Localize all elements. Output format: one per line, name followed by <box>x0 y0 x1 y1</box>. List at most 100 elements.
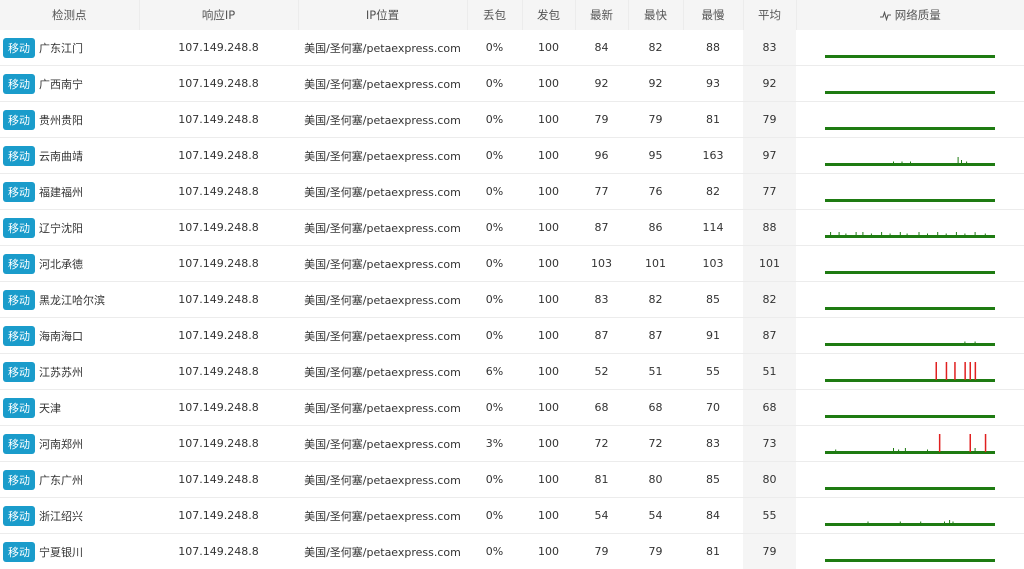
cell-slowest: 70 <box>683 390 743 426</box>
table-row[interactable]: 移动云南曲靖107.149.248.8美国/圣何塞/petaexpress.co… <box>0 138 1024 174</box>
quality-baseline <box>825 91 995 94</box>
cell-average: 80 <box>743 462 796 498</box>
cell-slowest: 82 <box>683 174 743 210</box>
node-name: 辽宁沈阳 <box>39 222 83 235</box>
isp-badge: 移动 <box>3 146 35 166</box>
cell-latest: 92 <box>575 66 628 102</box>
cell-quality <box>796 246 1024 282</box>
isp-badge: 移动 <box>3 290 35 310</box>
cell-fastest: 80 <box>628 462 683 498</box>
cell-node: 移动广东江门 <box>0 30 139 66</box>
cell-quality <box>796 102 1024 138</box>
cell-loss: 3% <box>467 426 522 462</box>
table-row[interactable]: 移动宁夏银川107.149.248.8美国/圣何塞/petaexpress.co… <box>0 534 1024 569</box>
table-row[interactable]: 移动贵州贵阳107.149.248.8美国/圣何塞/petaexpress.co… <box>0 102 1024 138</box>
isp-badge: 移动 <box>3 326 35 346</box>
cell-slowest: 81 <box>683 534 743 569</box>
cell-ip: 107.149.248.8 <box>139 138 298 174</box>
cell-quality <box>796 498 1024 534</box>
quality-baseline <box>825 163 995 166</box>
cell-location: 美国/圣何塞/petaexpress.com <box>298 210 467 246</box>
table-row[interactable]: 移动海南海口107.149.248.8美国/圣何塞/petaexpress.co… <box>0 318 1024 354</box>
isp-badge: 移动 <box>3 434 35 454</box>
cell-latest: 83 <box>575 282 628 318</box>
cell-latest: 68 <box>575 390 628 426</box>
cell-latest: 103 <box>575 246 628 282</box>
header-quality-label: 网络质量 <box>895 8 941 22</box>
cell-loss: 0% <box>467 318 522 354</box>
table-row[interactable]: 移动黑龙江哈尔滨107.149.248.8美国/圣何塞/petaexpress.… <box>0 282 1024 318</box>
table-row[interactable]: 移动广东江门107.149.248.8美国/圣何塞/petaexpress.co… <box>0 30 1024 66</box>
node-name: 海南海口 <box>39 330 83 343</box>
cell-slowest: 83 <box>683 426 743 462</box>
cell-quality <box>796 30 1024 66</box>
quality-spike <box>902 161 903 163</box>
cell-slowest: 55 <box>683 354 743 390</box>
table-row[interactable]: 移动辽宁沈阳107.149.248.8美国/圣何塞/petaexpress.co… <box>0 210 1024 246</box>
cell-fastest: 86 <box>628 210 683 246</box>
table-row[interactable]: 移动江苏苏州107.149.248.8美国/圣何塞/petaexpress.co… <box>0 354 1024 390</box>
table-row[interactable]: 移动浙江绍兴107.149.248.8美国/圣何塞/petaexpress.co… <box>0 498 1024 534</box>
quality-spike <box>862 232 863 235</box>
table-row[interactable]: 移动天津107.149.248.8美国/圣何塞/petaexpress.com0… <box>0 390 1024 426</box>
cell-average: 101 <box>743 246 796 282</box>
table-row[interactable]: 移动河北承德107.149.248.8美国/圣何塞/petaexpress.co… <box>0 246 1024 282</box>
cell-slowest: 81 <box>683 102 743 138</box>
quality-spike <box>949 520 950 523</box>
cell-loss: 0% <box>467 534 522 569</box>
isp-badge: 移动 <box>3 74 35 94</box>
cell-quality <box>796 318 1024 354</box>
cell-loss: 0% <box>467 390 522 426</box>
table-row[interactable]: 移动福建福州107.149.248.8美国/圣何塞/petaexpress.co… <box>0 174 1024 210</box>
table-row[interactable]: 移动河南郑州107.149.248.8美国/圣何塞/petaexpress.co… <box>0 426 1024 462</box>
cell-average: 51 <box>743 354 796 390</box>
header-location: IP位置 <box>298 0 467 30</box>
cell-sent: 100 <box>522 534 575 569</box>
cell-sent: 100 <box>522 174 575 210</box>
cell-sent: 100 <box>522 282 575 318</box>
quality-sparkline <box>825 177 995 207</box>
cell-slowest: 85 <box>683 462 743 498</box>
table-row[interactable]: 移动广西南宁107.149.248.8美国/圣何塞/petaexpress.co… <box>0 66 1024 102</box>
cell-sent: 100 <box>522 390 575 426</box>
cell-latest: 52 <box>575 354 628 390</box>
cell-ip: 107.149.248.8 <box>139 66 298 102</box>
isp-badge: 移动 <box>3 254 35 274</box>
cell-sent: 100 <box>522 426 575 462</box>
cell-node: 移动浙江绍兴 <box>0 498 139 534</box>
cell-node: 移动宁夏银川 <box>0 534 139 569</box>
quality-sparkline <box>825 249 995 279</box>
table-header-row: 检测点 响应IP IP位置 丢包 发包 最新 最快 最慢 平均 网络质量 <box>0 0 1024 30</box>
cell-ip: 107.149.248.8 <box>139 390 298 426</box>
cell-average: 82 <box>743 282 796 318</box>
quality-sparkline <box>825 393 995 423</box>
quality-spike <box>868 521 869 523</box>
cell-fastest: 79 <box>628 102 683 138</box>
node-name: 天津 <box>39 402 61 415</box>
cell-slowest: 85 <box>683 282 743 318</box>
isp-badge: 移动 <box>3 470 35 490</box>
cell-fastest: 92 <box>628 66 683 102</box>
header-loss: 丢包 <box>467 0 522 30</box>
cell-node: 移动天津 <box>0 390 139 426</box>
cell-node: 移动河北承德 <box>0 246 139 282</box>
cell-loss: 0% <box>467 102 522 138</box>
quality-spike <box>956 232 957 235</box>
node-name: 浙江绍兴 <box>39 510 83 523</box>
node-name: 宁夏银川 <box>39 546 83 559</box>
quality-spike <box>927 233 928 235</box>
node-name: 广东江门 <box>39 42 83 55</box>
cell-loss: 0% <box>467 30 522 66</box>
quality-spike <box>975 232 976 235</box>
cell-node: 移动辽宁沈阳 <box>0 210 139 246</box>
cell-sent: 100 <box>522 66 575 102</box>
cell-sent: 100 <box>522 354 575 390</box>
quality-spike <box>835 449 836 451</box>
cell-quality <box>796 534 1024 569</box>
table-row[interactable]: 移动广东广州107.149.248.8美国/圣何塞/petaexpress.co… <box>0 462 1024 498</box>
quality-spike <box>975 341 976 343</box>
node-name: 河北承德 <box>39 258 83 271</box>
quality-loss-mark <box>975 362 977 380</box>
cell-location: 美国/圣何塞/petaexpress.com <box>298 282 467 318</box>
cell-average: 68 <box>743 390 796 426</box>
